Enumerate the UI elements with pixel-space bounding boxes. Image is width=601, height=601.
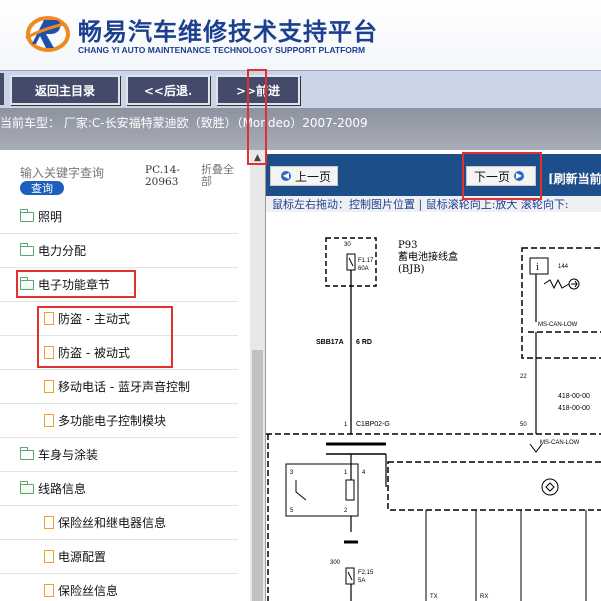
tree-item-label: 保险丝和继电器信息 <box>58 516 167 530</box>
num-50: 50 <box>520 422 527 428</box>
left-arrow-icon: ◀ <box>280 171 291 181</box>
brand-subtitle: CHANG YI AUTO MAINTENANCE TECHNOLOGY SUP… <box>78 45 366 55</box>
folder-icon <box>19 242 34 256</box>
scroll-thumb[interactable] <box>252 350 263 601</box>
prev-page-label: 上一页 <box>294 169 331 184</box>
document-icon <box>44 584 54 597</box>
tree-item-label: 照明 <box>38 210 63 224</box>
code-418-b: 418-00-00 <box>558 405 590 412</box>
bjb-label: (BJB) <box>398 264 425 275</box>
tree-item-bluetooth[interactable]: 移动电话 - 蓝牙声音控制 <box>0 370 238 404</box>
brand-title: 畅易汽车维修技术支持平台 <box>78 18 378 46</box>
tree-item-label: 保险丝信息 <box>58 584 119 598</box>
battery-label: 蓄电池接线盒 <box>398 250 458 263</box>
connector-label: C1BP02-G <box>356 421 390 428</box>
fuse-f2: F2.15 <box>358 570 374 576</box>
pin-30: 30 <box>344 242 351 248</box>
tree-item-lighting[interactable]: 照明 <box>0 200 238 234</box>
prev-page-button[interactable]: ◀ 上一页 <box>270 166 338 186</box>
document-icon <box>44 312 54 325</box>
forward-button[interactable]: >>前进 <box>216 75 300 105</box>
app-window: 畅易汽车维修技术支持平台 CHANG YI AUTO MAINTENANCE T… <box>0 0 601 601</box>
tree-item-wiring-info[interactable]: 线路信息 <box>0 472 238 506</box>
tree-item-label: 车身与涂装 <box>38 448 99 462</box>
tree-item-label: 防盗 - 主动式 <box>58 312 130 326</box>
tree-item-body-paint[interactable]: 车身与涂装 <box>0 438 238 472</box>
num-300: 300 <box>330 560 341 566</box>
num-22: 22 <box>520 374 527 380</box>
relay-pin-3: 3 <box>290 470 294 476</box>
folder-open-icon <box>19 480 34 494</box>
document-icon <box>44 516 54 529</box>
search-button[interactable]: 查询 <box>20 181 64 195</box>
toolbar-edge <box>0 73 4 105</box>
tree-item-antitheft-passive[interactable]: 防盗 - 被动式 <box>0 336 238 370</box>
tree-item-label: 电源配置 <box>58 550 107 564</box>
fuse-f2-rating: 5A <box>358 578 365 584</box>
logo-icon <box>24 10 74 54</box>
relay-pin-5: 5 <box>290 508 294 514</box>
document-icon <box>44 380 54 393</box>
collapse-all-link[interactable]: 折叠全部 <box>201 164 241 188</box>
document-icon <box>44 414 54 427</box>
home-button[interactable]: 返回主目录 <box>10 75 120 105</box>
folder-icon <box>19 446 34 460</box>
tree-item-antitheft-active[interactable]: 防盗 - 主动式 <box>0 302 238 336</box>
wiring-diagram[interactable]: 30 F1.17 60A P93 蓄电池接线盒 (BJB) SBB17A 6 R… <box>266 212 601 601</box>
right-arrow-icon: ▶ <box>514 171 524 181</box>
fuse-f1: F1.17 <box>358 258 374 264</box>
document-icon <box>44 550 54 563</box>
relay-pin-4: 4 <box>362 470 366 476</box>
tree-item-fuse-info[interactable]: 保险丝信息 <box>0 574 238 601</box>
vehicle-bar: 当前车型： 厂家:C-长安福特蒙迪欧（致胜）（Mondeo）2007-2009 <box>0 108 601 150</box>
ms-can-low-2: MS-CAN-LOW <box>540 440 580 446</box>
ms-can-low-1: MS-CAN-LOW <box>538 322 578 328</box>
relay-pin-2: 2 <box>344 508 348 514</box>
tree-item-multifunction-module[interactable]: 多功能电子控制模块 <box>0 404 238 438</box>
refresh-link[interactable]: [刷新当前 <box>548 170 601 187</box>
tree-item-fuse-relay[interactable]: 保险丝和继电器信息 <box>0 506 238 540</box>
num-144: 144 <box>558 264 569 270</box>
code-418-a: 418-00-00 <box>558 393 590 400</box>
sidebar: 查询 PC.14-20963 折叠全部 照明 电力分配 电子功能章节 防盗 - … <box>0 150 250 601</box>
tree-item-label: 电力分配 <box>38 244 87 258</box>
tx-label: TX <box>430 594 438 600</box>
scroll-up-arrow-icon[interactable]: ▲ <box>250 150 265 166</box>
document-code: PC.14-20963 <box>145 164 180 188</box>
next-page-button[interactable]: 下一页 ▶ <box>466 166 536 186</box>
header: 畅易汽车维修技术支持平台 CHANG YI AUTO MAINTENANCE T… <box>0 0 601 70</box>
pin-1: 1 <box>344 422 348 428</box>
viewer-toolbar: ◀ 上一页 下一页 ▶ [刷新当前 <box>266 154 601 196</box>
svg-text:i: i <box>536 263 539 273</box>
back-button[interactable]: <<后退. <box>126 75 210 105</box>
current-vehicle-label: 当前车型： 厂家:C-长安福特蒙迪欧（致胜）（Mondeo）2007-2009 <box>0 116 368 130</box>
wire-sbb: SBB17A <box>316 339 344 346</box>
toolbar: 返回主目录 <<后退. >>前进 <box>0 70 601 108</box>
rx-label: RX <box>480 594 488 600</box>
folder-icon <box>19 208 34 222</box>
diagram-viewer: ◀ 上一页 下一页 ▶ [刷新当前 鼠标左右拖动：控制图片位置 | 鼠标滚轮向上… <box>265 150 601 601</box>
wire-rd: 6 RD <box>356 339 372 346</box>
tree-item-label: 移动电话 - 蓝牙声音控制 <box>58 380 190 394</box>
search-row: 查询 PC.14-20963 折叠全部 <box>0 150 250 200</box>
sidebar-scrollbar[interactable]: ▲ <box>250 150 265 601</box>
p93-label: P93 <box>398 240 417 251</box>
tree-item-power-config[interactable]: 电源配置 <box>0 540 238 574</box>
tree-item-label: 防盗 - 被动式 <box>58 346 130 360</box>
folder-open-icon <box>19 276 34 290</box>
tree-item-electronic-functions[interactable]: 电子功能章节 <box>0 268 238 302</box>
mouse-hint: 鼠标左右拖动：控制图片位置 | 鼠标滚轮向上:放大 滚轮向下: <box>266 196 601 212</box>
tree-item-label: 电子功能章节 <box>38 278 111 292</box>
tree-item-label: 多功能电子控制模块 <box>58 414 167 428</box>
next-page-label: 下一页 <box>473 169 510 184</box>
fuse-f1-rating: 60A <box>358 266 369 272</box>
document-icon <box>44 346 54 359</box>
relay-pin-1: 1 <box>344 470 348 476</box>
tree-item-label: 线路信息 <box>38 482 87 496</box>
tree-item-power-distribution[interactable]: 电力分配 <box>0 234 238 268</box>
